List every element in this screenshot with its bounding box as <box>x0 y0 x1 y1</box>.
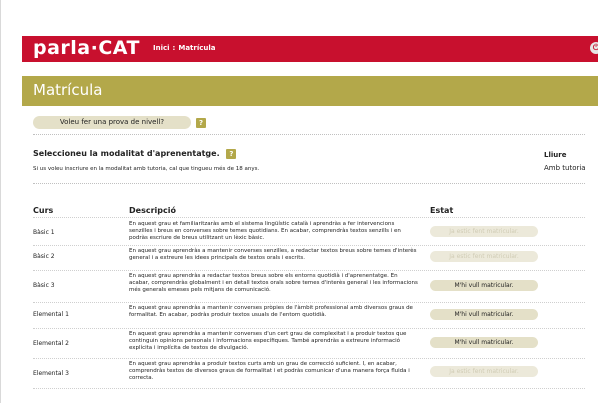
table-row: Elemental 3 En aquest grau aprendràs a p… <box>33 358 585 388</box>
table-row: Bàsic 1 En aquest grau et familiaritzarà… <box>33 217 585 245</box>
course-description: En aquest grau et familiaritzaràs amb el… <box>129 221 401 241</box>
row-divider <box>33 217 585 218</box>
course-name: Elemental 3 <box>33 370 69 377</box>
divider <box>33 183 585 184</box>
enroll-button[interactable]: Ja estic fent matricular. <box>430 251 538 262</box>
modality-option-tutoria[interactable]: Amb tutoria <box>544 164 586 172</box>
modality-title-text: Seleccioneu la modalitat d'aprenentatge. <box>33 149 220 158</box>
course-name: Bàsic 2 <box>33 253 55 260</box>
column-header-description: Descripció <box>129 206 176 215</box>
modality-column-title: Lliure <box>544 151 567 159</box>
row-divider <box>33 245 585 246</box>
help-icon[interactable]: ? <box>226 149 237 159</box>
modality-note: Si us voleu inscriure en la modalitat am… <box>33 166 260 172</box>
level-test-button[interactable]: Voleu fer una prova de nivell? <box>33 116 191 129</box>
course-name: Elemental 2 <box>33 340 69 347</box>
page-title: Matrícula <box>33 81 103 99</box>
breadcrumb-home[interactable]: Inici <box>153 44 170 52</box>
table-row: Elemental 2 En aquest grau aprendràs a m… <box>33 328 585 358</box>
table-row: Bàsic 2 En aquest grau aprendràs a mante… <box>33 245 585 270</box>
column-header-status: Estat <box>430 206 454 215</box>
help-icon[interactable]: ? <box>196 118 206 128</box>
breadcrumb-separator: : <box>172 44 176 52</box>
course-description: En aquest grau aprendràs a mantenir conv… <box>129 305 413 318</box>
parlacat-logo[interactable]: parla·CAT <box>33 37 140 59</box>
breadcrumb: Inici: Matrícula <box>153 44 216 52</box>
course-name: Bàsic 3 <box>33 282 55 289</box>
page-title-bar: Matrícula <box>22 76 598 106</box>
enroll-button[interactable]: M'hi vull matricular. <box>430 337 538 348</box>
breadcrumb-current: Matrícula <box>178 44 216 52</box>
power-icon[interactable]: ⏻ <box>590 42 598 54</box>
enroll-button[interactable]: Ja estic fent matricular. <box>430 366 538 377</box>
course-description: En aquest grau aprendràs a mantenir conv… <box>129 248 417 261</box>
table-row: Bàsic 3 En aquest grau aprendràs a redac… <box>33 270 585 302</box>
course-name: Bàsic 1 <box>33 229 55 236</box>
enroll-button[interactable]: M'hi vull matricular. <box>430 280 538 291</box>
course-description: En aquest grau aprendràs a produir texto… <box>129 361 410 381</box>
enroll-button[interactable]: Ja estic fent matricular. <box>430 226 538 237</box>
course-description: En aquest grau aprendràs a redactar text… <box>129 273 418 293</box>
course-name: Elemental 1 <box>33 311 69 318</box>
table-row <box>33 388 585 402</box>
row-divider <box>33 358 585 359</box>
modality-title: Seleccioneu la modalitat d'aprenentatge.… <box>33 149 237 159</box>
row-divider <box>33 388 585 389</box>
column-header-course: Curs <box>33 206 54 215</box>
enroll-button[interactable]: M'hi vull matricular. <box>430 309 538 320</box>
course-description: En aquest grau aprendràs a mantenir conv… <box>129 331 407 351</box>
row-divider <box>33 302 585 303</box>
row-divider <box>33 270 585 271</box>
divider <box>33 134 585 135</box>
row-divider <box>33 328 585 329</box>
table-row: Elemental 1 En aquest grau aprendràs a m… <box>33 302 585 328</box>
brand-bar: parla·CAT Inici: Matrícula ⏻ <box>22 36 598 62</box>
